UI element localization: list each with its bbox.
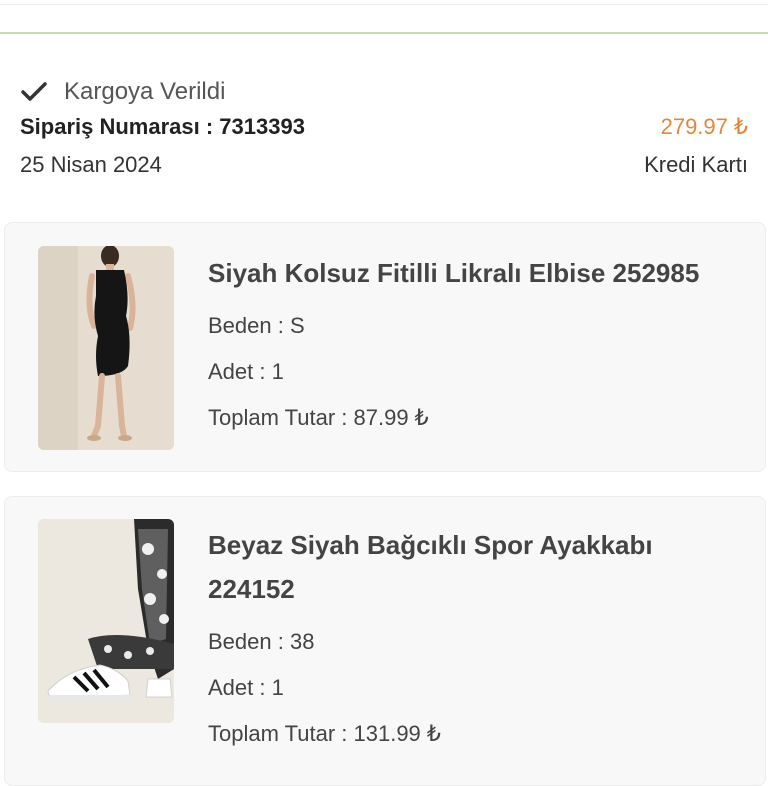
item-title[interactable]: Siyah Kolsuz Fitilli Likralı Elbise 2529…	[208, 251, 745, 295]
order-status-text: Kargoya Verildi	[64, 78, 226, 105]
order-number: Sipariş Numarası : 7313393	[20, 114, 305, 139]
item-info: Beyaz Siyah Bağcıklı Spor Ayakkabı 22415…	[208, 523, 745, 757]
item-size: Beden : S	[208, 313, 305, 338]
item-total: Toplam Tutar : 87.99 ₺	[208, 405, 429, 430]
sneaker-product-image	[38, 519, 174, 723]
item-info: Siyah Kolsuz Fitilli Likralı Elbise 2529…	[208, 251, 745, 441]
order-status: Kargoya Verildi	[20, 78, 225, 106]
payment-method: Kredi Kartı	[644, 152, 748, 177]
dress-product-image	[38, 246, 174, 450]
item-title[interactable]: Beyaz Siyah Bağcıklı Spor Ayakkabı 22415…	[208, 523, 745, 611]
item-quantity: Adet : 1	[208, 675, 284, 700]
order-item-card[interactable]: Siyah Kolsuz Fitilli Likralı Elbise 2529…	[4, 222, 766, 472]
check-icon	[21, 82, 47, 101]
item-total: Toplam Tutar : 131.99 ₺	[208, 721, 441, 746]
product-image[interactable]	[38, 519, 174, 723]
order-item-card[interactable]: Beyaz Siyah Bağcıklı Spor Ayakkabı 22415…	[4, 496, 766, 786]
product-image[interactable]	[38, 246, 174, 450]
top-bar-edge	[0, 0, 768, 5]
order-total: 279.97 ₺	[660, 114, 748, 139]
order-date: 25 Nisan 2024	[20, 152, 162, 177]
item-size: Beden : 38	[208, 629, 315, 654]
item-quantity: Adet : 1	[208, 359, 284, 384]
top-bar	[0, 0, 768, 34]
order-header: Kargoya Verildi Sipariş Numarası : 73133…	[20, 72, 748, 182]
